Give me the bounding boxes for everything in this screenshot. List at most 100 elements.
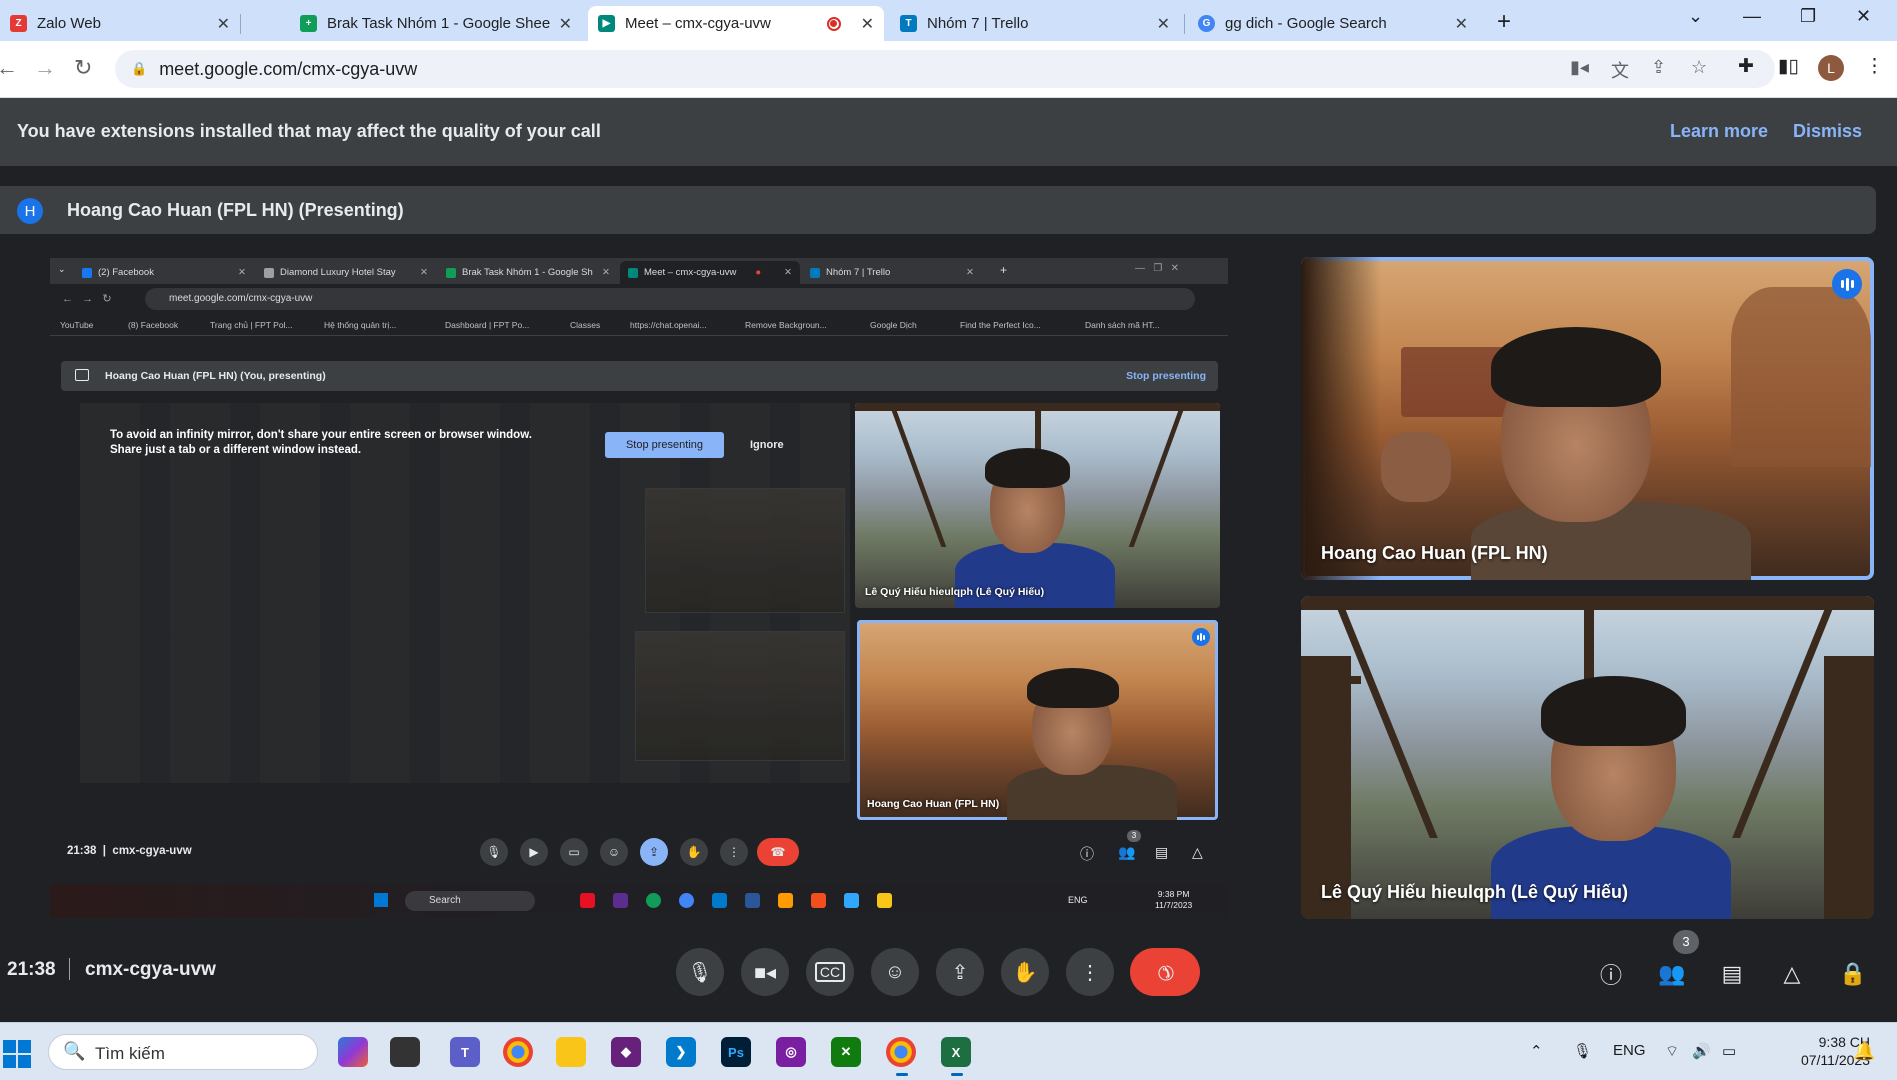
captions-button[interactable]: CC — [806, 948, 854, 996]
side-panel-icon[interactable]: ▮▯ — [1778, 55, 1799, 78]
shared-speaking-icon — [1192, 628, 1210, 646]
present-button[interactable]: ⇪ — [936, 948, 984, 996]
file-explorer-app-icon[interactable] — [556, 1037, 586, 1067]
shared-screen: ⌄ (2) Facebook ✕ Diamond Luxury Hotel Sta… — [50, 258, 1228, 918]
more-options-button[interactable]: ⋮ — [1066, 948, 1114, 996]
visual-studio-app-icon[interactable]: ◆ — [611, 1037, 641, 1067]
forward-arrow-icon[interactable]: → — [34, 55, 56, 81]
tab-zalo[interactable]: Z Zalo Web ✕ — [0, 6, 240, 41]
tab-divider — [1184, 14, 1185, 34]
shared-bookmark: Trang chủ | FPT Pol... — [210, 320, 293, 330]
raise-hand-button[interactable]: ✋ — [1001, 948, 1049, 996]
bookmark-star-icon[interactable]: ☆ — [1691, 57, 1707, 78]
xbox-app-icon[interactable]: ✕ — [831, 1037, 861, 1067]
meeting-details-button[interactable]: ⓘ — [1596, 959, 1626, 989]
shared-nav-icons: ← → ↻ — [62, 293, 112, 305]
lock-person-icon: 🔒 — [1839, 961, 1867, 986]
input-language[interactable]: ENG — [1613, 1042, 1646, 1059]
close-tab-icon[interactable]: ✕ — [1157, 14, 1170, 34]
activities-button[interactable]: △ — [1777, 959, 1807, 989]
shared-bookmark: Remove Backgroun... — [745, 320, 827, 330]
teams-app-icon[interactable]: T — [450, 1037, 480, 1067]
browser-toolbar: ← → ↻ 🔒 meet.google.com/cmx-cgya-uvw ▮◂ … — [0, 41, 1897, 98]
lock-icon[interactable]: 🔒 — [131, 61, 147, 77]
emoji-button[interactable]: ☺ — [871, 948, 919, 996]
wifi-icon[interactable]: ⌔ — [1665, 1042, 1679, 1061]
presenting-header: H Hoang Cao Huan (FPL HN) (Presenting) — [0, 186, 1876, 234]
search-icon: 🔍 — [63, 1041, 86, 1061]
tab-divider — [240, 14, 241, 34]
camera-in-use-icon[interactable]: ▮◂ — [1570, 57, 1589, 78]
volume-icon[interactable]: 🔊 — [1692, 1042, 1711, 1060]
chrome-app-icon[interactable] — [503, 1037, 533, 1067]
vscode-app-icon[interactable]: ❯ — [666, 1037, 696, 1067]
close-tab-icon[interactable]: ✕ — [559, 14, 572, 34]
shared-captions-icon: ▭ — [560, 838, 588, 866]
shared-app-icon — [712, 893, 727, 908]
tab-search-chevron-icon[interactable]: ⌄ — [1688, 6, 1703, 27]
excel-app-icon[interactable]: X — [941, 1037, 971, 1076]
maximize-icon[interactable]: ❐ — [1800, 6, 1816, 27]
emoji-icon: ☺ — [884, 960, 906, 983]
more-vert-icon: ⋮ — [1080, 961, 1100, 984]
back-arrow-icon[interactable]: ← — [0, 55, 18, 81]
media-app-icon[interactable]: ◎ — [776, 1037, 806, 1067]
close-tab-icon[interactable]: ✕ — [861, 14, 874, 34]
google-favicon-icon: G — [1198, 15, 1215, 32]
present-screen-icon: ⇪ — [951, 961, 969, 984]
shared-window-controls-icon: — ❐ ✕ — [1135, 263, 1180, 274]
tab-google-search[interactable]: G gg dich - Google Search ✕ — [1188, 6, 1478, 41]
share-icon[interactable]: ⇪ — [1651, 57, 1666, 78]
close-tab-icon[interactable]: ✕ — [1455, 14, 1468, 34]
close-window-icon[interactable]: ✕ — [1856, 6, 1871, 27]
chat-button[interactable]: ▤ — [1717, 959, 1747, 989]
people-count-badge: 3 — [1673, 930, 1699, 954]
close-tab-icon[interactable]: ✕ — [217, 14, 230, 34]
search-placeholder: Tìm kiếm — [95, 1044, 165, 1063]
dismiss-button[interactable]: Dismiss — [1793, 121, 1862, 142]
shared-info-icon: ⓘ — [1080, 846, 1094, 862]
tab-trello[interactable]: T Nhóm 7 | Trello ✕ — [890, 6, 1180, 41]
new-tab-icon[interactable]: + — [1497, 8, 1511, 36]
tab-label: gg dich - Google Search — [1225, 15, 1387, 32]
task-view-icon[interactable] — [390, 1037, 420, 1067]
microphone-button[interactable]: 🎙 — [676, 948, 724, 996]
taskbar-search-box[interactable]: 🔍 Tìm kiếm — [48, 1034, 318, 1070]
hand-icon: ✋ — [1012, 961, 1038, 984]
windows-start-icon[interactable] — [3, 1040, 31, 1068]
translate-icon[interactable]: 文 — [1611, 57, 1629, 83]
sheets-favicon-icon: + — [300, 15, 317, 32]
show-hidden-icons-icon[interactable]: ⌃ — [1530, 1042, 1543, 1060]
chrome-active-app-icon[interactable] — [886, 1037, 916, 1076]
learn-more-link[interactable]: Learn more — [1670, 121, 1768, 142]
address-bar[interactable]: 🔒 meet.google.com/cmx-cgya-uvw ▮◂ 文 ⇪ ☆ — [115, 50, 1775, 88]
profile-avatar[interactable]: L — [1818, 55, 1844, 81]
camera-button[interactable]: ■◂ — [741, 948, 789, 996]
extensions-puzzle-icon[interactable]: ✚ — [1738, 55, 1754, 78]
recording-indicator-icon — [826, 16, 841, 31]
presenter-avatar: H — [17, 198, 43, 224]
people-button[interactable]: 👥 — [1657, 959, 1687, 989]
notification-bell-icon[interactable]: 🔔 — [1853, 1041, 1875, 1062]
chat-icon: ▤ — [1721, 961, 1743, 986]
photoshop-app-icon[interactable]: Ps — [721, 1037, 751, 1067]
call-controls-bar: 21:38 cmx-cgya-uvw 🎙 ■◂ CC ☺ ⇪ ✋ ⋮ ✆ ⓘ 👥… — [0, 935, 1897, 1005]
shared-bookmark: (8) Facebook — [128, 320, 179, 330]
host-controls-button[interactable]: 🔒 — [1838, 959, 1868, 989]
participant-tile-speaking[interactable]: Hoang Cao Huan (FPL HN) — [1301, 257, 1874, 580]
battery-icon[interactable]: ▭ — [1722, 1042, 1736, 1060]
shared-call-info: 21:38 | cmx-cgya-uvw — [67, 845, 192, 857]
shared-call-controls: 21:38 | cmx-cgya-uvw 🎙 ▶ ▭ ☺ ⇪ ✋ ⋮ ☎ ⓘ 👥… — [50, 828, 1228, 878]
copilot-app-icon[interactable] — [338, 1037, 368, 1067]
chrome-menu-icon[interactable]: ⋮ — [1865, 55, 1884, 78]
microphone-tray-icon[interactable]: 🎙 — [1573, 1042, 1592, 1060]
minimize-icon[interactable]: — — [1743, 6, 1761, 27]
tab-google-sheets[interactable]: + Brak Task Nhóm 1 - Google Shee ✕ — [290, 6, 582, 41]
trello-favicon-icon: T — [900, 15, 917, 32]
leave-call-button[interactable]: ✆ — [1130, 948, 1200, 996]
raised-hand — [1381, 432, 1451, 502]
shared-taskbar-lang: ENG — [1068, 895, 1088, 905]
reload-icon[interactable]: ↻ — [74, 55, 92, 81]
tab-meet[interactable]: ▶ Meet – cmx-cgya-uvw ✕ — [588, 6, 884, 41]
participant-tile[interactable]: Lê Quý Hiếu hieulqph (Lê Quý Hiếu) — [1301, 596, 1874, 919]
